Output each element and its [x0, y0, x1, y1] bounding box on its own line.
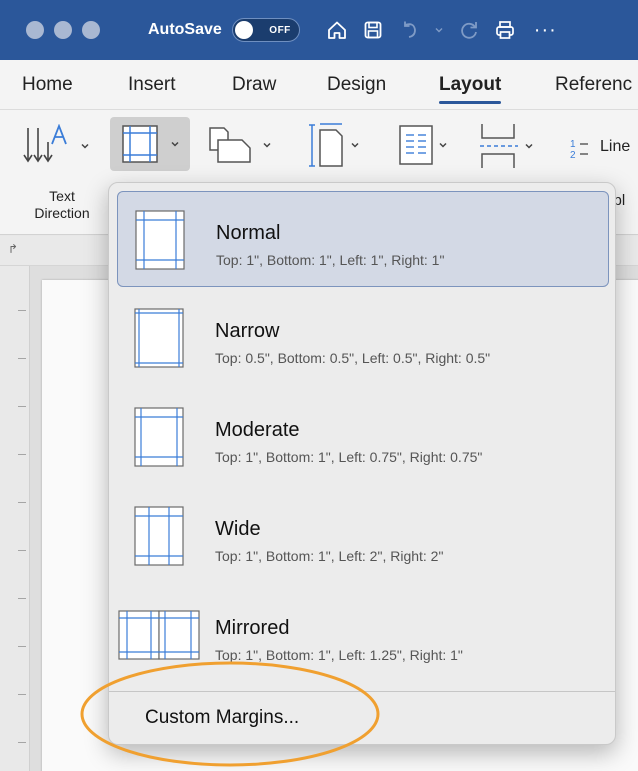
tab-layout[interactable]: Layout [439, 74, 502, 104]
chevron-down-icon [351, 142, 359, 148]
option-name: Wide [215, 518, 261, 540]
ribbon-tabs: Home Insert Draw Design Layout Referenc [0, 60, 638, 110]
tab-stop-icon[interactable]: ↱ [8, 242, 18, 256]
tab-references[interactable]: Referenc [555, 74, 632, 96]
wide-margins-icon [134, 506, 184, 566]
option-name: Normal [216, 222, 281, 244]
chevron-down-icon[interactable] [434, 19, 444, 41]
margin-option-moderate[interactable]: Moderate Top: 1", Bottom: 1", Left: 0.75… [117, 389, 609, 485]
margin-option-mirrored[interactable]: Mirrored Top: 1", Bottom: 1", Left: 1.25… [117, 587, 609, 683]
option-description: Top: 1", Bottom: 1", Left: 0.75", Right:… [215, 449, 483, 465]
close-window-button[interactable] [26, 21, 44, 39]
text-direction-icon [23, 124, 67, 163]
ruler-tick [18, 550, 26, 551]
normal-margins-icon [135, 210, 185, 270]
margin-option-wide[interactable]: Wide Top: 1", Bottom: 1", Left: 2", Righ… [117, 488, 609, 584]
home-icon[interactable] [326, 19, 348, 41]
chevron-down-icon [263, 142, 271, 148]
more-icon[interactable]: ··· [534, 19, 557, 42]
line-numbers-icon: 1 2 [570, 139, 588, 160]
option-description: Top: 1", Bottom: 1", Left: 2", Right: 2" [215, 548, 444, 564]
chevron-down-icon [171, 141, 179, 147]
tab-home[interactable]: Home [22, 74, 73, 96]
chevron-down-icon [439, 142, 447, 148]
ruler-tick [18, 694, 26, 695]
option-name: Mirrored [215, 617, 290, 639]
narrow-margins-icon [134, 308, 184, 368]
text-direction-label: Text Direction [34, 188, 90, 221]
orientation-button[interactable] [208, 124, 272, 166]
mirrored-margins-icon [118, 610, 200, 660]
autosave-state: OFF [269, 24, 291, 36]
option-name: Narrow [215, 320, 280, 342]
option-name: Moderate [215, 419, 300, 441]
ruler-tick [18, 598, 26, 599]
size-button[interactable] [306, 122, 360, 168]
margins-dropdown: Normal Top: 1", Bottom: 1", Left: 1", Ri… [108, 182, 616, 745]
window-controls [26, 21, 100, 39]
svg-text:2: 2 [570, 150, 576, 160]
ruler-tick [18, 406, 26, 407]
custom-margins-label: Custom Margins... [145, 707, 300, 728]
breaks-icon [480, 124, 518, 168]
orientation-icon [209, 127, 251, 163]
ruler-tick [18, 646, 26, 647]
custom-margins-item[interactable]: Custom Margins... [109, 692, 615, 744]
chevron-down-icon [81, 143, 89, 149]
print-icon[interactable] [494, 19, 516, 41]
margins-icon [122, 125, 158, 163]
minimize-window-button[interactable] [54, 21, 72, 39]
autosave-label: AutoSave [148, 21, 222, 38]
margin-option-normal[interactable]: Normal Top: 1", Bottom: 1", Left: 1", Ri… [117, 191, 609, 287]
tab-insert[interactable]: Insert [128, 74, 176, 96]
margins-button[interactable] [110, 117, 190, 171]
svg-text:1: 1 [570, 139, 576, 150]
ruler-tick [18, 310, 26, 311]
columns-button[interactable] [398, 124, 448, 166]
size-icon [309, 123, 343, 167]
tab-draw[interactable]: Draw [232, 74, 276, 96]
save-icon[interactable] [362, 19, 384, 41]
ruler-tick [18, 502, 26, 503]
columns-icon [399, 125, 433, 165]
line-numbers-button[interactable]: 1 2 [568, 136, 592, 160]
margin-option-narrow[interactable]: Narrow Top: 0.5", Bottom: 0.5", Left: 0.… [117, 290, 609, 386]
option-description: Top: 1", Bottom: 1", Left: 1", Right: 1" [216, 252, 445, 268]
line-numbers-label[interactable]: Line [600, 138, 630, 156]
zoom-window-button[interactable] [82, 21, 100, 39]
breaks-button[interactable] [478, 122, 534, 170]
chevron-down-icon [525, 143, 533, 149]
text-direction-button[interactable] [22, 124, 90, 168]
title-bar: AutoSave OFF ··· [0, 0, 638, 60]
moderate-margins-icon [134, 407, 184, 467]
redo-icon[interactable] [458, 19, 480, 41]
ruler-tick [18, 454, 26, 455]
quick-access-toolbar: ··· [326, 19, 557, 42]
option-description: Top: 0.5", Bottom: 0.5", Left: 0.5", Rig… [215, 350, 491, 366]
vertical-ruler [0, 266, 30, 771]
ruler-tick [18, 358, 26, 359]
option-description: Top: 1", Bottom: 1", Left: 1.25", Right:… [215, 647, 463, 663]
undo-icon[interactable] [398, 19, 420, 41]
autosave-toggle[interactable]: OFF [231, 18, 300, 42]
tab-design[interactable]: Design [327, 74, 386, 96]
toggle-knob [234, 21, 253, 39]
ruler-tick [18, 742, 26, 743]
